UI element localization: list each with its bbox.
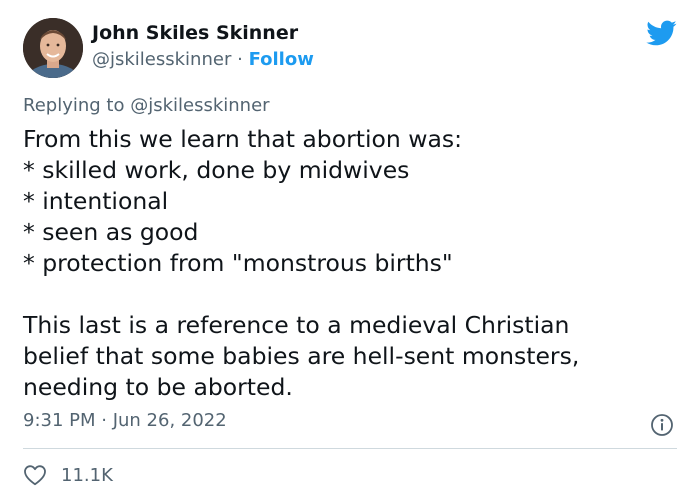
- author-handle-row: @jskilesskinner · Follow: [92, 49, 314, 70]
- divider: [23, 448, 677, 449]
- tweet-line: * skilled work, done by midwives: [23, 156, 410, 184]
- tweet-line: This last is a reference to a medieval C…: [23, 311, 570, 339]
- info-icon[interactable]: [650, 413, 674, 437]
- tweet-text: From this we learn that abortion was: * …: [23, 124, 683, 403]
- tweet-line: * intentional: [23, 187, 169, 215]
- separator-dot: ·: [237, 49, 243, 70]
- tweet-line: needing to be aborted.: [23, 373, 293, 401]
- author-display-name[interactable]: John Skiles Skinner: [92, 22, 298, 44]
- tweet-line: * seen as good: [23, 218, 199, 246]
- avatar[interactable]: [23, 18, 83, 78]
- replying-to: Replying to @jskilesskinner: [23, 95, 270, 116]
- tweet-line: From this we learn that abortion was:: [23, 125, 463, 153]
- tweet-timestamp[interactable]: 9:31 PM · Jun 26, 2022: [23, 410, 227, 431]
- tweet-line: * protection from "monstrous births": [23, 249, 453, 277]
- heart-outline-icon: [24, 465, 46, 486]
- like-button[interactable]: 11.1K: [23, 460, 113, 490]
- twitter-bird-icon[interactable]: [645, 19, 677, 47]
- like-count: 11.1K: [61, 464, 113, 486]
- author-handle[interactable]: @jskilesskinner: [92, 49, 231, 70]
- replying-handle[interactable]: @jskilesskinner: [130, 95, 269, 116]
- replying-prefix: Replying to: [23, 95, 125, 116]
- tweet-line: belief that some babies are hell-sent mo…: [23, 342, 580, 370]
- follow-button[interactable]: Follow: [249, 49, 314, 70]
